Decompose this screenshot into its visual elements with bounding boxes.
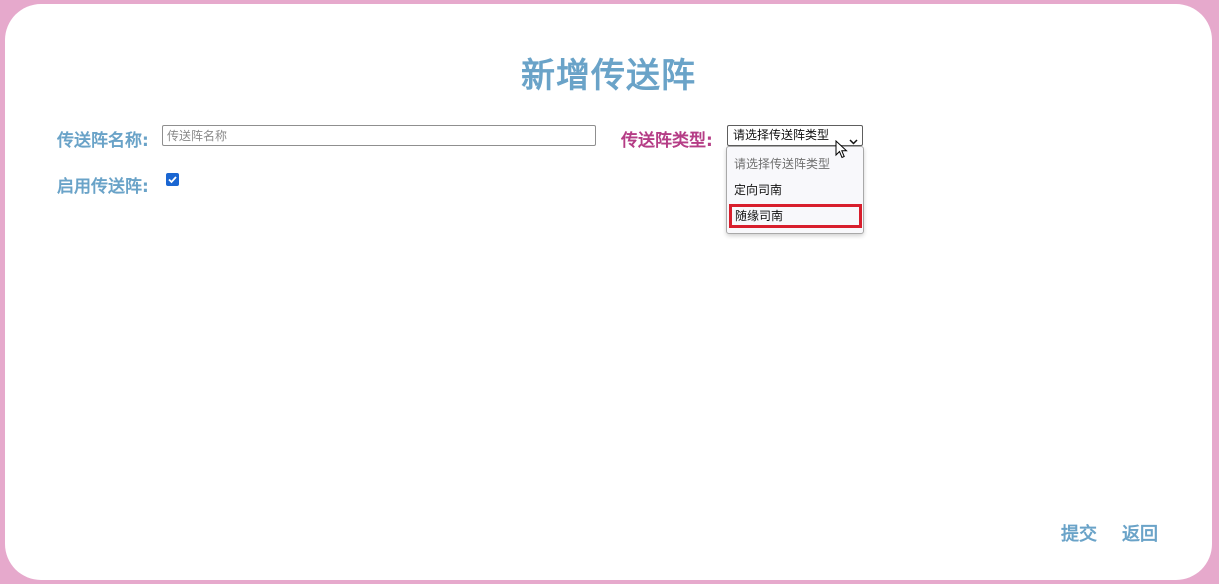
type-select-value: 请选择传送阵类型 — [733, 128, 830, 142]
enable-checkbox[interactable] — [166, 173, 179, 186]
name-label: 传送阵名称: — [57, 131, 149, 151]
type-label: 传送阵类型: — [621, 131, 713, 151]
dropdown-option-directed[interactable]: 定向司南 — [728, 178, 862, 202]
dropdown-option-random[interactable]: 随缘司南 — [729, 204, 862, 228]
mouse-cursor-icon — [835, 139, 849, 164]
name-input[interactable] — [162, 125, 596, 146]
enable-label: 启用传送阵: — [57, 177, 149, 197]
checkmark-icon — [168, 176, 177, 184]
back-button[interactable]: 返回 — [1122, 520, 1158, 546]
page-title: 新增传送阵 — [521, 56, 696, 96]
form-card: 新增传送阵 传送阵名称: 传送阵类型: 请选择传送阵类型 请选择传送阵类型 定向… — [5, 4, 1212, 580]
submit-button[interactable]: 提交 — [1061, 520, 1097, 546]
